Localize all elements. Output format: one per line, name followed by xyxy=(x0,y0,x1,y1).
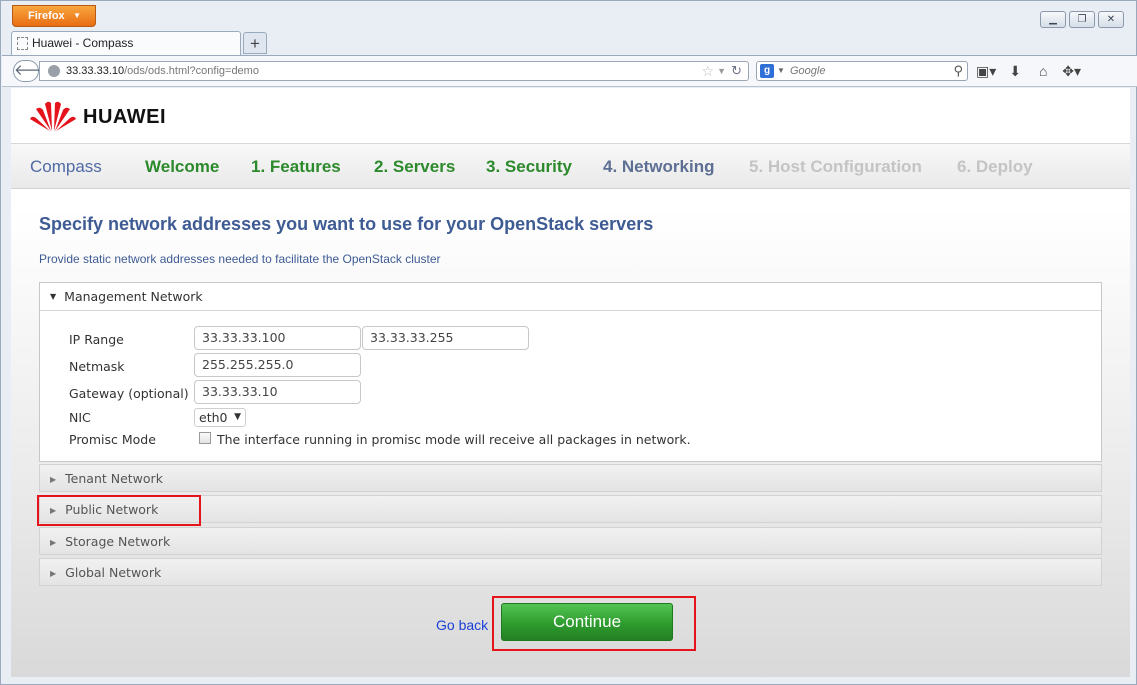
browser-window: Firefox ▼ ▁ ❐ ✕ Huawei - Compass + 🡐 33.… xyxy=(0,0,1137,685)
page-title: Specify network addresses you want to us… xyxy=(39,214,654,234)
promisc-mode-description: The interface running in promisc mode wi… xyxy=(217,432,691,447)
engine-dropdown-icon[interactable]: ▼ xyxy=(777,63,785,79)
netmask-label: Netmask xyxy=(69,359,125,374)
step-servers[interactable]: 2. Servers xyxy=(374,157,455,177)
tenant-network-header[interactable]: ▶ Tenant Network xyxy=(39,464,1102,492)
site-header: HUAWEI xyxy=(11,88,1130,143)
app-name: Compass xyxy=(30,157,102,176)
new-tab-button[interactable]: + xyxy=(243,32,267,54)
restore-icon[interactable]: ❐ xyxy=(1069,11,1095,28)
chevron-down-icon: ▼ xyxy=(73,11,81,20)
home-icon[interactable]: ⌂ xyxy=(1034,63,1052,79)
nic-label: NIC xyxy=(69,410,91,425)
minimize-icon[interactable]: ▁ xyxy=(1040,11,1066,28)
url-text: 33.33.33.10/ods/ods.html?config=demo xyxy=(66,65,259,77)
step-welcome[interactable]: Welcome xyxy=(145,157,219,177)
promisc-mode-label: Promisc Mode xyxy=(69,432,156,447)
promisc-mode-checkbox[interactable] xyxy=(199,432,211,444)
continue-highlight xyxy=(492,596,696,651)
nic-select[interactable]: eth0 ▼ xyxy=(194,408,246,427)
url-bar[interactable]: 33.33.33.10/ods/ods.html?config=demo ☆ ▼… xyxy=(39,61,749,81)
gateway-label: Gateway (optional) xyxy=(69,386,189,401)
ip-range-end-input[interactable]: 33.33.33.255 xyxy=(362,326,529,350)
storage-network-header[interactable]: ▶ Storage Network xyxy=(39,527,1102,555)
browser-tab[interactable]: Huawei - Compass xyxy=(11,31,241,55)
page-viewport: HUAWEI Compass Welcome 1. Features 2. Se… xyxy=(11,88,1130,677)
globe-icon xyxy=(48,65,60,77)
management-network-header[interactable]: ▼ Management Network xyxy=(40,283,1101,311)
toolbar-icons: ▣▾ ⬇ ⌂ ✥▾ xyxy=(976,59,1081,83)
favicon-icon xyxy=(17,37,28,50)
close-icon[interactable]: ✕ xyxy=(1098,11,1124,28)
ip-range-start-input[interactable]: 33.33.33.100 xyxy=(194,326,361,350)
search-box[interactable]: g ▼ Google ⚲ xyxy=(756,61,968,81)
reload-icon[interactable]: ↻ xyxy=(731,62,742,80)
step-deploy: 6. Deploy xyxy=(957,157,1033,176)
step-host-configuration: 5. Host Configuration xyxy=(749,157,922,176)
brand-name: HUAWEI xyxy=(83,106,166,128)
step-features[interactable]: 1. Features xyxy=(251,157,341,177)
global-network-header[interactable]: ▶ Global Network xyxy=(39,558,1102,586)
bookmarks-icon[interactable]: ▣▾ xyxy=(976,63,996,80)
huawei-logo-icon xyxy=(30,101,76,131)
public-network-highlight xyxy=(37,495,201,526)
management-network-section: ▼ Management Network IP Range 33.33.33.10… xyxy=(39,282,1102,462)
step-security[interactable]: 3. Security xyxy=(486,157,572,177)
main-panel: Specify network addresses you want to us… xyxy=(11,189,1130,677)
caret-right-icon: ▶ xyxy=(50,569,57,578)
google-engine-icon[interactable]: g xyxy=(760,64,774,78)
addon-icon[interactable]: ✥▾ xyxy=(1062,63,1081,80)
gateway-input[interactable]: 33.33.33.10 xyxy=(194,380,361,404)
caret-down-icon: ▼ xyxy=(50,292,57,301)
caret-right-icon: ▶ xyxy=(50,475,57,484)
url-dropdown-icon[interactable]: ▼ xyxy=(717,62,726,80)
step-networking[interactable]: 4. Networking xyxy=(603,157,714,177)
page-subtitle: Provide static network addresses needed … xyxy=(39,252,441,266)
search-placeholder: Google xyxy=(790,65,826,77)
download-icon[interactable]: ⬇ xyxy=(1006,63,1024,80)
bookmark-star-icon[interactable]: ☆ xyxy=(701,62,714,80)
netmask-input[interactable]: 255.255.255.0 xyxy=(194,353,361,377)
window-controls: ▁ ❐ ✕ xyxy=(1040,11,1124,28)
tab-title: Huawei - Compass xyxy=(32,36,134,50)
wizard-steps: Compass Welcome 1. Features 2. Servers 3… xyxy=(11,143,1130,189)
ip-range-label: IP Range xyxy=(69,332,124,347)
chevron-down-icon: ▼ xyxy=(234,412,241,422)
go-back-link[interactable]: Go back xyxy=(436,617,488,633)
firefox-menu-button[interactable]: Firefox ▼ xyxy=(12,5,96,27)
back-button[interactable]: 🡐 xyxy=(13,60,54,82)
caret-right-icon: ▶ xyxy=(50,538,57,547)
search-icon[interactable]: ⚲ xyxy=(953,62,963,80)
